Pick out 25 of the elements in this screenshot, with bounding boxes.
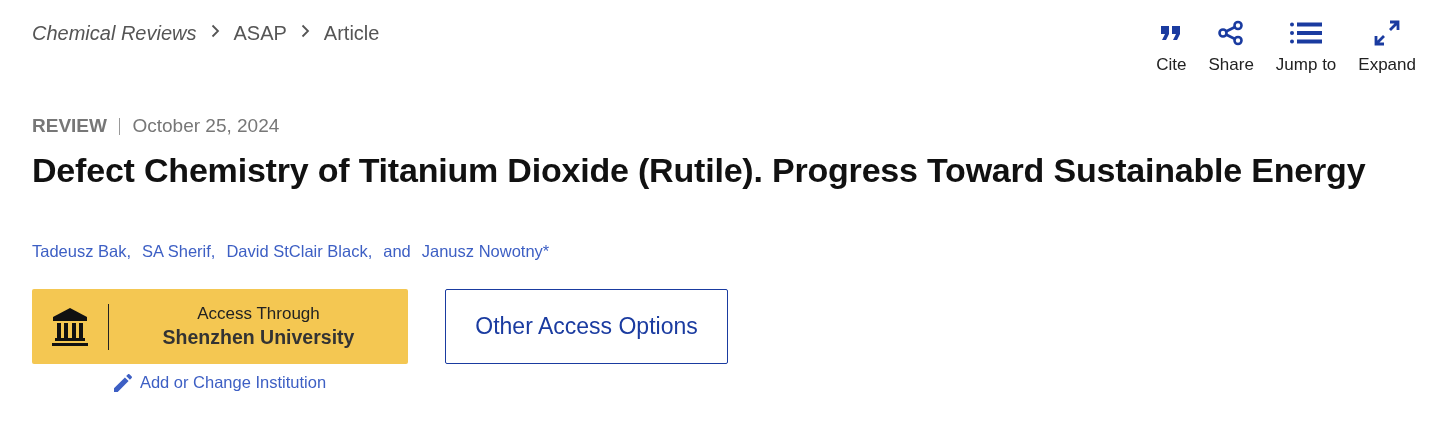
chevron-icon	[210, 23, 220, 38]
change-institution-link[interactable]: Add or Change Institution	[113, 373, 327, 392]
list-button[interactable]: Jump to	[1275, 20, 1337, 75]
institution-access-button[interactable]: Access Through Shenzhen University	[32, 289, 408, 364]
author-link[interactable]: Tadeusz Bak,	[32, 242, 132, 261]
author-link[interactable]: SA Sherif,	[142, 242, 216, 261]
institution-icon	[50, 306, 90, 347]
article-type: REVIEW	[32, 115, 107, 137]
chevron-icon	[300, 23, 310, 38]
pencil-icon	[113, 373, 132, 392]
expand-button[interactable]: Expand	[1358, 20, 1416, 75]
author-link[interactable]: David StClair Black,	[226, 242, 373, 261]
author-link[interactable]: Janusz Nowotny*	[421, 242, 550, 261]
list-icon	[1290, 20, 1323, 46]
share-button[interactable]: Share	[1208, 20, 1254, 75]
other-access-button[interactable]: Other Access Options	[445, 289, 728, 364]
publication-date: October 25, 2024	[132, 115, 280, 137]
expand-icon	[1374, 20, 1401, 46]
breadcrumb-link[interactable]: Article	[323, 22, 380, 45]
cite-button[interactable]: Cite	[1156, 20, 1187, 75]
article-title: Defect Chemistry of Titanium Dioxide (Rutile). Progress Toward Sustainable Energy	[32, 151, 1367, 190]
breadcrumb-link[interactable]: ASAP	[233, 22, 287, 45]
breadcrumb-link[interactable]: Chemical Reviews	[32, 22, 197, 45]
share-icon	[1218, 20, 1245, 46]
author-conjunction: and	[383, 242, 411, 261]
